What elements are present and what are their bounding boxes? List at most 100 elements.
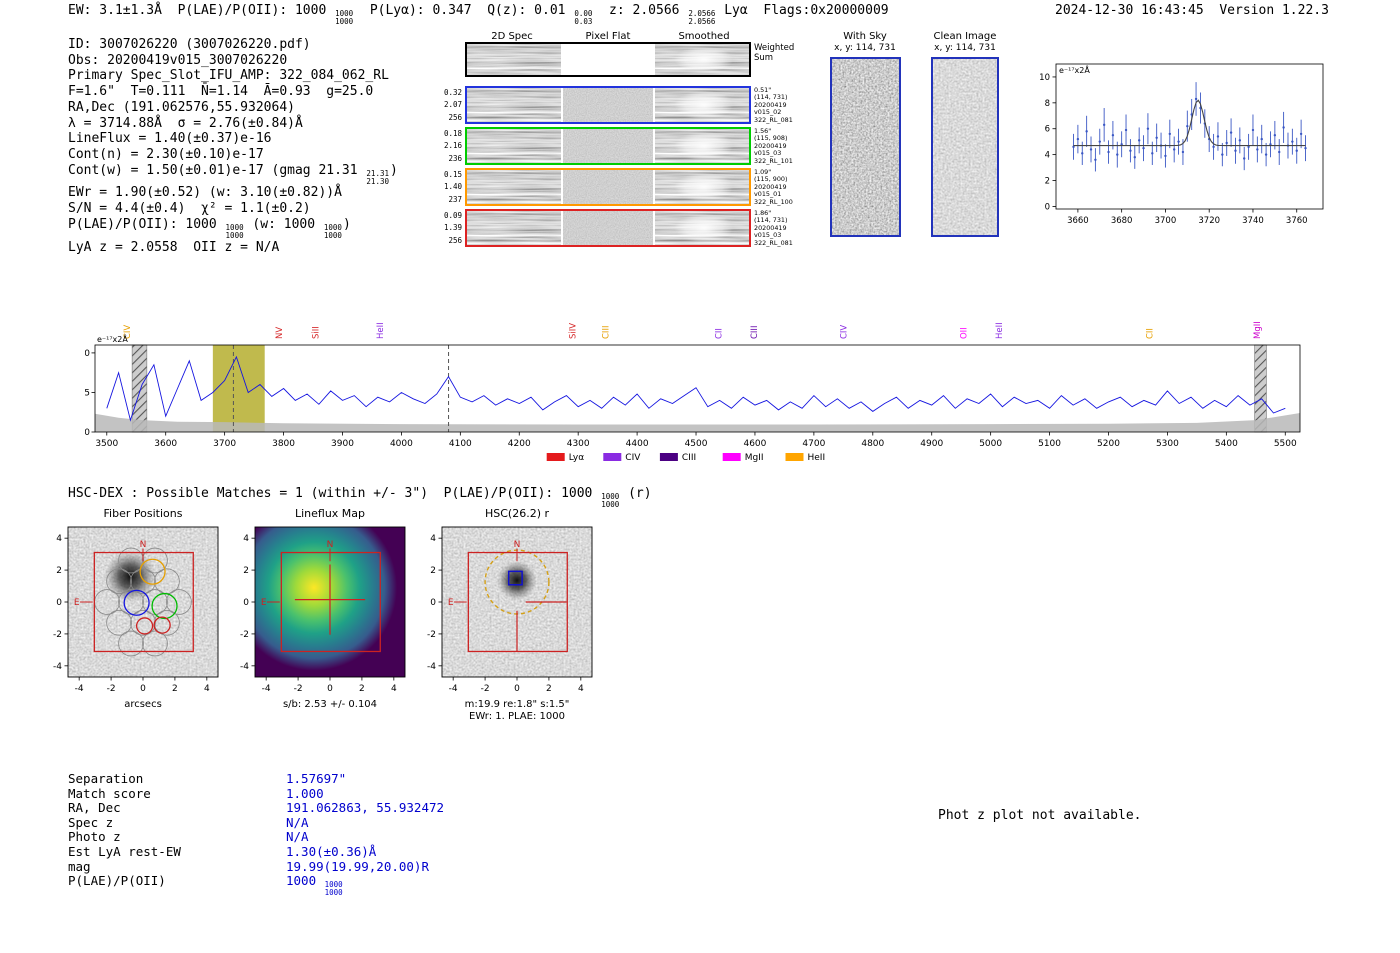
svg-text:3700: 3700 [213, 439, 236, 449]
header-datetime-version: 2024-12-30 16:43:45 Version 1.22.3 [1055, 3, 1329, 18]
info-line: Cont(n) = 2.30(±0.10)e-17 [68, 147, 398, 163]
stacked-fraction: 1000 1000 [335, 9, 354, 26]
scale-value: 256 [448, 112, 462, 122]
svg-text:8: 8 [1045, 99, 1050, 109]
svg-text:4500: 4500 [685, 439, 708, 449]
match-field-label: mag [68, 858, 91, 874]
text-run: N/A [286, 814, 309, 830]
info-line: F=1.6" T=0.111 N̄=1.14 Ā=0.93 g=25.0 [68, 84, 398, 100]
svg-text:3720: 3720 [1198, 216, 1220, 226]
svg-text:MgII: MgII [1253, 321, 1263, 339]
match-field-label: Photo z [68, 829, 121, 845]
text-run: Cont(n) = 2.30(±0.10)e-17 [68, 146, 264, 162]
pixel-flat-segment [563, 88, 653, 122]
text-run: (r) [620, 486, 652, 501]
svg-text:3680: 3680 [1111, 216, 1133, 226]
info-line: LineFlux = 1.40(±0.37)e-16 [68, 131, 398, 147]
text-run: z: 2.0566 [593, 3, 688, 18]
svg-text:3500: 3500 [95, 439, 118, 449]
noise-texture [467, 211, 561, 245]
svg-text:N: N [514, 540, 521, 550]
match-field-value: N/A [286, 814, 309, 831]
svg-text:4: 4 [204, 684, 210, 694]
cleanimage-title: Clean Image [933, 31, 997, 42]
detection-info-block: ID: 3007026220 (3007026220.pdf) Obs: 2020… [68, 37, 398, 255]
svg-text:Lineflux Map: Lineflux Map [295, 507, 365, 520]
text-run: ) [390, 162, 398, 178]
svg-text:4600: 4600 [743, 439, 766, 449]
match-field-label: Match score [68, 785, 151, 801]
svg-text:-4: -4 [449, 684, 458, 694]
annotation-line: 322_RL_081 [754, 238, 793, 247]
svg-text:-2: -2 [53, 630, 62, 640]
match-field-value: N/A [286, 830, 309, 845]
svg-text:OII: OII [960, 327, 970, 339]
svg-text:0: 0 [430, 598, 436, 608]
svg-text:EWr: 1. PLAE: 1000: EWr: 1. PLAE: 1000 [469, 711, 565, 722]
svg-text:-4: -4 [427, 662, 436, 672]
svg-text:4400: 4400 [626, 439, 649, 449]
text-run: EWr = 1.90(±0.52) (w: 3.10(±0.82))Å [68, 185, 342, 201]
svg-text:e⁻¹⁷x2Å: e⁻¹⁷x2Å [1059, 64, 1090, 75]
scale-value: 0.09 [443, 211, 462, 220]
match-field-label: Est LyA rest-EW [68, 843, 181, 859]
spec2d-row-strip [465, 127, 751, 165]
noise-texture [467, 88, 561, 122]
bright-blob [655, 170, 749, 204]
row-annotation: 0.51" (114, 731) 20200419 v015_02 322_RL_081 [754, 86, 804, 124]
match-table-row: Spec z N/A [68, 814, 444, 831]
text-run: HSC-DEX : Possible Matches = 1 (within +… [68, 486, 601, 501]
svg-text:CIII: CIII [682, 453, 696, 463]
svg-text:4: 4 [578, 684, 584, 694]
text-run: 191.062863, 55.932472 [286, 800, 445, 816]
info-line: EWr = 1.90(±0.52) (w: 3.10(±0.82))Å [68, 185, 398, 201]
svg-text:-2: -2 [240, 630, 249, 640]
match-field-label: P(LAE)/P(OII) [68, 873, 166, 889]
svg-text:4: 4 [430, 534, 436, 544]
scale-value: 0.32 [443, 88, 462, 97]
scale-value: 0.15 [443, 170, 462, 179]
annotation-line: 322_RL_100 [754, 197, 793, 206]
lineflux-map-panel: N E -4 -4 -2 -2 0 0 2 2 4 4 Lineflux Map s/b: 2.53 +/… [240, 507, 406, 710]
noise-texture [467, 44, 561, 75]
svg-text:5100: 5100 [1038, 439, 1061, 449]
svg-text:5: 5 [85, 388, 90, 398]
text-run: (w: 1000 [244, 216, 323, 232]
withsky-xy-label: x, y: 114, 731 [834, 43, 896, 53]
svg-text:-4: -4 [262, 684, 271, 694]
withsky-title: With Sky [843, 31, 887, 42]
match-table-row: P(LAE)/P(OII) 1000 1000 1000 [68, 873, 444, 897]
row-scale-labels: 0.15 1.40 237 [438, 169, 462, 206]
svg-text:5200: 5200 [1097, 439, 1120, 449]
info-line: LyA z = 2.0558 OII z = N/A [68, 240, 398, 256]
stacked-fraction: 1000 1000 [225, 222, 244, 240]
svg-text:4800: 4800 [861, 439, 884, 449]
svg-text:0: 0 [140, 684, 146, 694]
cleanimage-image [931, 57, 999, 237]
info-line: λ = 3714.88Å σ = 2.76(±0.84)Å [68, 116, 398, 132]
svg-text:4: 4 [391, 684, 397, 694]
text-run: Lyα Flags:0x20000009 [716, 3, 889, 18]
svg-text:2: 2 [359, 684, 365, 694]
svg-text:3900: 3900 [331, 439, 354, 449]
smoothed-image-segment [655, 44, 749, 75]
svg-text:HeII: HeII [376, 322, 386, 339]
zoomed-line-fit-plot: 3660 3680 3700 3720 3740 3760 0 2 4 6 8 10 e⁻¹⁷x2Å [1039, 63, 1324, 226]
svg-text:10: 10 [1039, 73, 1050, 83]
svg-text:4900: 4900 [920, 439, 943, 449]
svg-text:4: 4 [56, 534, 62, 544]
svg-text:0: 0 [85, 428, 90, 438]
spec-image-segment [467, 88, 561, 122]
info-line: ID: 3007026220 (3007026220.pdf) [68, 37, 398, 53]
svg-text:3760: 3760 [1286, 216, 1308, 226]
svg-text:CII: CII [714, 328, 724, 339]
spec-image-segment [655, 129, 749, 163]
svg-text:SiIV: SiIV [568, 323, 578, 339]
noise-texture [563, 170, 653, 204]
stacked-fraction: 2.0566 2.0566 [688, 9, 716, 26]
svg-text:4: 4 [243, 534, 249, 544]
info-line: RA,Dec (191.062576,55.932064) [68, 100, 398, 116]
annotation-line: 322_RL_081 [754, 115, 793, 124]
noise-texture [467, 170, 561, 204]
svg-text:4100: 4100 [449, 439, 472, 449]
